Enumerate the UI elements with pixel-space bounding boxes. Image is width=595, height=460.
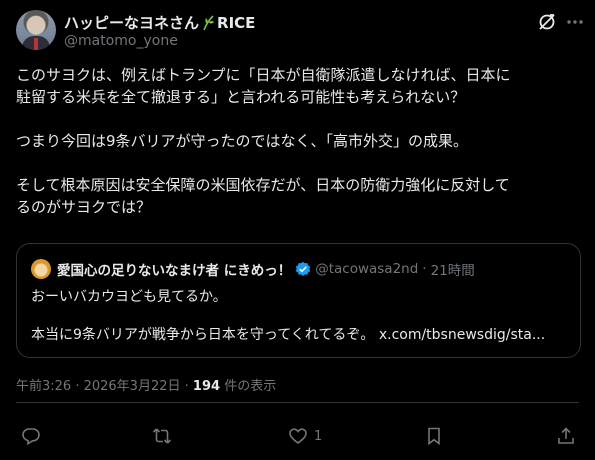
quoted-author-name[interactable]: 愛国心の足りないなまけ者 にきめっ！ <box>57 259 291 279</box>
quoted-post[interactable]: 愛国心の足りないなまけ者 にきめっ！ @tacowasa2nd · 21時間 お… <box>16 243 581 358</box>
retweet-button[interactable] <box>152 426 172 446</box>
quoted-author-handle[interactable]: @tacowasa2nd <box>315 261 418 277</box>
quoted-author-avatar[interactable] <box>31 259 51 279</box>
quoted-post-link[interactable]: x.com/tbsnewsdig/sta... <box>379 327 545 343</box>
author-name-row[interactable]: ハッピーなヨネさん RICE <box>64 12 255 33</box>
quoted-post-text: 本当に9条バリアが戦争から日本を守ってくれてるぞ。 <box>31 327 375 343</box>
reply-button[interactable] <box>21 426 41 446</box>
like-button[interactable]: 1 <box>288 426 322 446</box>
divider <box>16 402 579 403</box>
author-avatar[interactable] <box>16 10 56 50</box>
quoted-post-line: おーいバカウヨども見てるか。 <box>31 289 227 305</box>
author-handle[interactable]: @matomo_yone <box>64 33 178 49</box>
quoted-post-time[interactable]: 21時間 <box>431 259 475 279</box>
post-timestamp[interactable]: 午前3:26 · 2026年3月22日 · <box>16 379 189 394</box>
views-label: 件の表示 <box>224 379 277 394</box>
quoted-post-line: 本当に9条バリアが戦争から日本を守ってくれてるぞ。 x.com/tbsnewsd… <box>31 324 545 344</box>
views-count: 194 <box>192 379 221 394</box>
post-line: るのがサヨクでは？ <box>16 198 152 216</box>
retweet-icon <box>152 428 172 444</box>
post-meta: 午前3:26 · 2026年3月22日 · 194 件の表示 <box>16 375 276 394</box>
heart-icon <box>289 428 307 445</box>
share-button[interactable] <box>556 426 576 446</box>
verified-badge-icon <box>296 261 311 276</box>
post-line: 駐留する米兵を全て撤退する」と言われる可能性も考えられない？ <box>16 88 466 106</box>
separator-dot: · <box>422 261 427 277</box>
post-text: このサヨクは、例えばトランプに「日本が自衛隊派遣しなければ、日本に 駐留する米兵… <box>16 64 582 218</box>
reply-icon <box>22 428 40 446</box>
bookmark-icon <box>428 427 440 446</box>
grok-icon[interactable] <box>537 12 557 32</box>
more-icon[interactable] <box>565 12 585 32</box>
author-display-name[interactable]: ハッピーなヨネさん <box>64 12 199 33</box>
post-line: つまり今回は9条バリアが守ったのではなく、「高市外交」の成果。 <box>16 132 469 150</box>
like-count: 1 <box>314 428 323 444</box>
rice-leaf-icon <box>203 14 215 30</box>
bookmark-button[interactable] <box>424 426 444 446</box>
author-name-suffix: RICE <box>217 13 256 32</box>
quoted-post-header: 愛国心の足りないなまけ者 にきめっ！ @tacowasa2nd · 21時間 <box>57 259 475 279</box>
avatar-tie <box>34 38 38 50</box>
post-line: このサヨクは、例えばトランプに「日本が自衛隊派遣しなければ、日本に <box>16 66 511 84</box>
post-line: そして根本原因は安全保障の米国依存だが、日本の防衛力強化に反対して <box>16 176 510 194</box>
share-icon <box>558 427 574 444</box>
